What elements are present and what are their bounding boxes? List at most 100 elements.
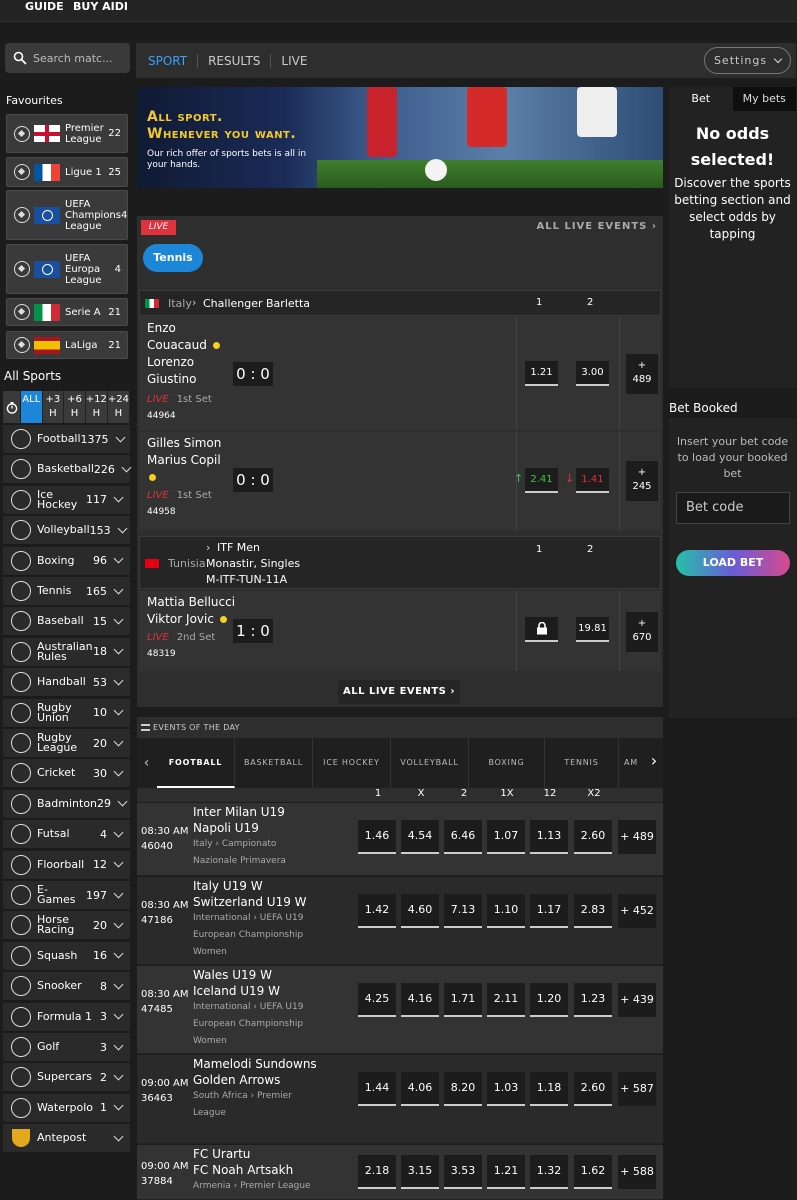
time-filter-3h[interactable]: +3 H [42, 391, 65, 423]
tabs-left-arrow-icon[interactable]: ‹ [137, 738, 157, 788]
odd-button[interactable]: 1.13 [530, 820, 568, 854]
favourite-item[interactable]: Serie A 21 [6, 298, 128, 326]
sport-item[interactable]: Rugby Union 10 [3, 698, 130, 728]
more-markets-button[interactable]: + 489 [618, 820, 656, 854]
sport-item[interactable]: Volleyball 153 [3, 516, 130, 546]
tab-boxing[interactable]: BOXING [469, 738, 545, 788]
sport-item[interactable]: Handball 53 [3, 668, 130, 698]
more-markets-button[interactable]: + 588 [618, 1155, 656, 1189]
odd-button-2[interactable]: 3.00 [576, 361, 609, 386]
odd-button[interactable]: 1.17 [530, 894, 568, 928]
sport-item[interactable]: Formula 1 3 [3, 1002, 130, 1032]
search-input[interactable]: Search matc... [5, 43, 130, 73]
event-row[interactable]: 08:30 AM 47186 Italy U19 W Switzerland U19 … [137, 877, 663, 965]
event-row[interactable]: 08:30 AM 46040 Inter Milan U19 Napoli U19 It… [137, 803, 663, 876]
more-markets-button[interactable]: +670 [626, 612, 658, 652]
load-bet-button[interactable]: LOAD BET [676, 550, 790, 576]
bet-code-input[interactable]: Bet code [676, 492, 790, 524]
league-header[interactable]: Tunisia › ITF Men Monastir, Singles M-IT… [139, 536, 661, 589]
sport-item[interactable]: Golf 3 [3, 1033, 130, 1062]
odd-button[interactable]: 2.11 [487, 983, 525, 1017]
tab-sport[interactable]: SPORT [136, 53, 199, 68]
sport-item[interactable]: Rugby League 20 [3, 729, 130, 758]
sport-item[interactable]: Floorball 12 [3, 850, 130, 880]
odd-button[interactable]: 1.03 [487, 1072, 525, 1106]
live-event-row[interactable]: Gilles Simon Marius Copil LIVE 1st Set 44… [139, 432, 661, 530]
tab-football[interactable]: FOOTBALL [157, 738, 235, 788]
tab-bet[interactable]: Bet [669, 87, 733, 111]
more-markets-button[interactable]: + 587 [618, 1072, 656, 1106]
odd-button[interactable]: 1.18 [530, 1072, 568, 1106]
sport-item[interactable]: Tennis 165 [3, 577, 130, 606]
time-filter-6h[interactable]: +6 H [64, 391, 86, 423]
sport-item[interactable]: Football 1375 [3, 425, 130, 454]
favourite-item[interactable]: LaLiga 21 [6, 331, 128, 359]
live-event-row[interactable]: Enzo Couacaud Lorenzo Giustino LIVE 1st S… [139, 317, 661, 430]
sport-item[interactable]: Squash 16 [3, 941, 130, 971]
odd-button[interactable]: 3.15 [401, 1155, 439, 1189]
more-markets-button[interactable]: +489 [626, 354, 658, 394]
odd-button[interactable]: 1.46 [358, 820, 396, 854]
odd-button[interactable]: 4.06 [401, 1072, 439, 1106]
odd-button[interactable]: 4.60 [401, 894, 439, 928]
tab-my-bets[interactable]: My bets [732, 87, 796, 111]
odd-button[interactable]: 7.13 [444, 894, 482, 928]
odd-button-1[interactable]: 2.41 [525, 468, 558, 493]
sport-item[interactable]: Antepost [3, 1124, 130, 1154]
sport-pill-tennis[interactable]: Tennis [143, 244, 203, 272]
odd-button[interactable]: 6.46 [444, 820, 482, 854]
favourite-item[interactable]: UEFA Champions League 4 [6, 190, 128, 240]
odd-button[interactable]: 1.71 [444, 983, 482, 1017]
odd-button[interactable]: 3.53 [444, 1155, 482, 1189]
odd-button[interactable]: 4.25 [358, 983, 396, 1017]
buy-link[interactable]: BUY AIDI [73, 0, 128, 13]
odd-button[interactable]: 1.62 [574, 1155, 612, 1189]
odd-button[interactable]: 1.20 [530, 983, 568, 1017]
odd-button[interactable]: 1.21 [487, 1155, 525, 1189]
tab-live[interactable]: LIVE [271, 54, 317, 68]
odd-button[interactable]: 1.23 [574, 983, 612, 1017]
tab-results[interactable]: RESULTS [198, 53, 272, 68]
tab-tennis[interactable]: TENNIS [545, 738, 619, 788]
sport-item[interactable]: Snooker 8 [3, 972, 130, 1002]
odd-button-2[interactable]: 1.41 [576, 468, 609, 493]
odd-button[interactable]: 8.20 [444, 1072, 482, 1106]
favourite-item[interactable]: Ligue 1 25 [6, 157, 128, 187]
sport-item[interactable]: Cricket 30 [3, 759, 130, 789]
odd-button[interactable]: 4.54 [401, 820, 439, 854]
sport-item[interactable]: Futsal 4 [3, 820, 130, 850]
event-row[interactable]: 09:00 AM 37884 FC Urartu FC Noah Artsakh Arm… [137, 1145, 663, 1200]
time-filter-all[interactable]: ALL [21, 391, 43, 423]
tab-volleyball[interactable]: VOLLEYBALL [391, 738, 469, 788]
odd-button-2[interactable]: 19.81 [576, 617, 609, 642]
event-row[interactable]: 09:00 AM 36463 Mamelodi Sundowns Golden Arr… [137, 1055, 663, 1144]
tab-ice-hockey[interactable]: ICE HOCKEY [313, 738, 391, 788]
more-markets-button[interactable]: +245 [626, 461, 658, 501]
odd-button[interactable]: 2.60 [574, 1072, 612, 1106]
live-event-row[interactable]: Mattia Bellucci Viktor Jovic LIVE 2nd Set… [139, 591, 661, 671]
tab-basketball[interactable]: BASKETBALL [235, 738, 313, 788]
tabs-right-arrow-icon[interactable]: › [645, 745, 663, 779]
settings-dropdown[interactable]: Settings [704, 47, 791, 74]
sport-item[interactable]: Ice Hockey 117 [3, 485, 130, 515]
tab-american[interactable]: AM [619, 738, 643, 788]
odd-button-1[interactable]: 1.21 [525, 361, 558, 386]
odd-button[interactable]: 2.18 [358, 1155, 396, 1189]
odd-button[interactable]: 1.10 [487, 894, 525, 928]
odd-button[interactable]: 2.60 [574, 820, 612, 854]
odd-button[interactable]: 1.32 [530, 1155, 568, 1189]
sport-item[interactable]: Badminton 29 [3, 789, 130, 819]
event-row[interactable]: 08:30 AM 47485 Wales U19 W Iceland U19 W Int… [137, 966, 663, 1054]
odd-button[interactable]: 2.83 [574, 894, 612, 928]
favourite-item[interactable]: UEFA Europa League 4 [6, 244, 128, 294]
all-live-events-link[interactable]: ALL LIVE EVENTS › [536, 221, 657, 232]
odd-button[interactable]: 1.44 [358, 1072, 396, 1106]
guide-link[interactable]: GUIDE [25, 0, 64, 13]
sport-item[interactable]: Basketball 226 [3, 455, 132, 485]
time-filter-24h[interactable]: +24 H [107, 391, 130, 423]
odd-button[interactable]: 1.42 [358, 894, 396, 928]
league-header[interactable]: Italy › Challenger Barletta 1 2 [139, 290, 661, 316]
time-filter-12h[interactable]: +12 H [85, 391, 108, 423]
sport-item[interactable]: Boxing 96 [3, 546, 130, 576]
more-markets-button[interactable]: + 439 [618, 983, 656, 1017]
